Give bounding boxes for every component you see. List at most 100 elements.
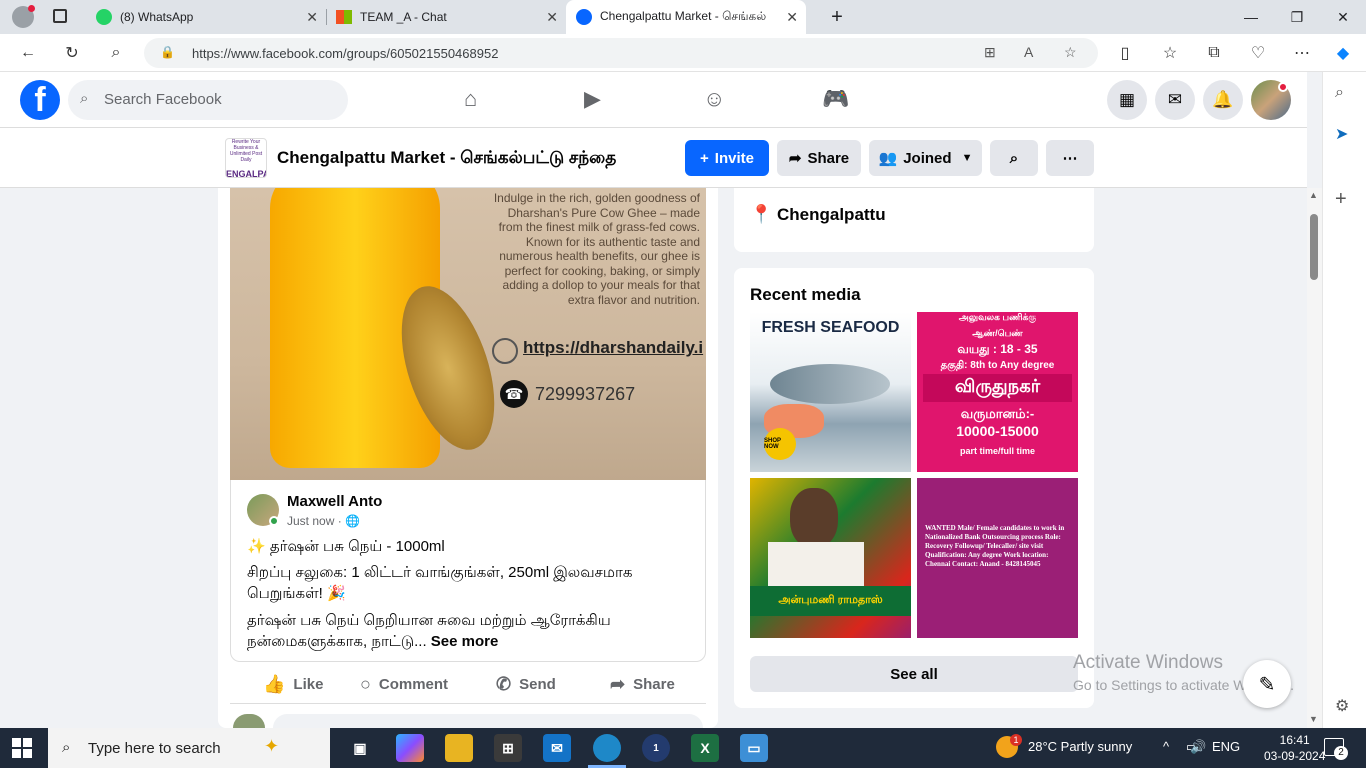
post-body: Maxwell Anto Just now · 🌐 ✨ தர்ஷன் பசு ந… [230,480,706,662]
page-scrollbar[interactable]: ▲ ▼ [1307,188,1322,728]
send-button[interactable]: ✆ Send [496,674,556,695]
members-icon: 👥 [878,150,898,167]
gaming-icon[interactable]: 🎮 [822,86,849,112]
remote-desktop-icon[interactable]: ▭ [740,734,768,762]
send-icon[interactable]: ➤ [1335,124,1348,144]
see-all-button[interactable]: See all [750,656,1078,692]
copilot-icon[interactable]: ◆ [1330,41,1356,65]
volume-icon[interactable]: 🔊 [1190,739,1206,755]
browser-essentials-icon[interactable]: ♡ [1245,41,1271,65]
read-aloud-icon[interactable]: A [1024,44,1033,60]
post-image[interactable]: Indulge in the rich, golden goodness of … [230,188,706,480]
chevron-up-icon[interactable]: ^ [1163,739,1169,754]
search-icon: ⌕ [62,739,71,756]
groups-icon[interactable]: ☺ [703,86,725,112]
group-more-button[interactable]: ⋯ [1046,140,1094,176]
job-salary: 10000-15000 [956,423,1039,439]
taskbar-search-input[interactable]: ⌕ Type here to search ✦ [48,728,330,768]
search-icon[interactable]: ⌕ [1335,84,1344,102]
share-post-button[interactable]: ➦ Share [610,674,675,695]
notifications-bell-icon[interactable]: 🔔 [1203,80,1243,120]
post-time[interactable]: Just now · 🌐 [287,514,360,528]
tab-facebook[interactable]: Chengalpattu Market - செங்கல் ✕ [566,0,806,34]
collections-icon[interactable]: ⧉ [1201,41,1227,65]
comment-input[interactable] [273,714,703,728]
search-icon[interactable]: ⌕ [103,41,129,65]
scroll-up-icon[interactable]: ▲ [1309,190,1318,200]
post-author[interactable]: Maxwell Anto [287,493,382,510]
new-tab-button[interactable]: + [814,0,860,34]
media-thumb-bank-job[interactable]: WANTED Male/ Female candidates to work i… [917,478,1078,638]
invite-button[interactable]: + Invite [685,140,769,176]
settings-gear-icon[interactable]: ⚙ [1335,696,1349,716]
refresh-icon[interactable]: ↻ [59,41,85,65]
messenger-icon[interactable]: ✉ [1155,80,1195,120]
thumbs-up-icon: 👍 [263,674,286,694]
mail-icon[interactable]: ✉ [543,734,571,762]
microsoft-store-icon[interactable]: ⊞ [494,734,522,762]
location-text: Chengalpattu [777,205,886,224]
close-icon[interactable]: ✕ [546,9,558,26]
media-thumb-job-ad[interactable]: அலுவலக பணிக்கு ஆண்/பெண் வயது : 18 - 35 த… [917,312,1078,472]
minimize-button[interactable]: — [1228,0,1274,34]
video-icon[interactable]: ▶ [584,86,601,112]
post-card: Indulge in the rich, golden goodness of … [218,188,718,728]
more-menu-icon[interactable]: ⋯ [1289,41,1315,65]
joined-button[interactable]: 👥 Joined ▼ [869,140,982,176]
tab-whatsapp[interactable]: (8) WhatsApp ✕ [86,0,326,34]
address-bar[interactable]: 🔒 https://www.facebook.com/groups/605021… [144,38,1098,68]
scroll-down-icon[interactable]: ▼ [1309,714,1318,724]
job-age: வயது : 18 - 35 [957,342,1038,356]
taskbar-clock[interactable]: 16:41 03-09-2024 [1264,732,1325,764]
language-indicator[interactable]: ENG [1212,739,1240,754]
app-available-icon[interactable]: ⊞ [984,44,996,61]
tab-teams[interactable]: TEAM _A - Chat ✕ [326,0,566,34]
lock-icon[interactable]: 🔒 [160,45,175,59]
group-name[interactable]: Chengalpattu Market - செங்கல்பட்டு சந்தை [277,148,616,170]
facebook-logo[interactable]: f [20,80,60,120]
see-more-link[interactable]: See more [431,633,499,650]
like-label: Like [293,676,324,693]
edge-icon[interactable] [593,734,621,762]
back-icon[interactable]: ← [15,41,41,65]
share-button[interactable]: ➦ Share [777,140,861,176]
scroll-thumb[interactable] [1310,214,1318,280]
share-post-label: Share [633,676,675,693]
task-view-icon[interactable]: ▣ [346,734,374,762]
media-thumb-seafood[interactable]: FRESH SEAFOOD SHOP NOW [750,312,911,472]
favorite-star-icon[interactable]: ☆ [1064,44,1077,61]
comment-label: Comment [378,676,449,693]
close-icon[interactable]: ✕ [786,9,798,26]
commenter-avatar[interactable] [233,714,265,728]
app-icon-with-badge[interactable]: 1 [642,734,670,762]
portrait-body-graphic [768,542,864,592]
app-badge: 1 [653,742,659,754]
comment-button[interactable]: ○ Comment [360,674,448,695]
favorites-icon[interactable]: ☆ [1157,41,1183,65]
url-text[interactable]: https://www.facebook.com/groups/60502155… [192,46,498,61]
fish-graphic [770,364,890,404]
excel-icon[interactable]: X [691,734,719,762]
close-window-button[interactable]: ✕ [1320,0,1366,34]
menu-grid-icon[interactable]: ▦ [1107,80,1147,120]
close-icon[interactable]: ✕ [306,9,318,26]
home-icon[interactable]: ⌂ [464,86,477,112]
group-search-button[interactable]: ⌕ [990,140,1038,176]
facebook-search-input[interactable]: ⌕ Search Facebook [68,80,348,120]
browser-tab-bar: (8) WhatsApp ✕ TEAM _A - Chat ✕ Chengalp… [0,0,1366,34]
copilot-app-icon[interactable] [396,734,424,762]
restore-button[interactable]: ❐ [1274,0,1320,34]
comment-icon: ○ [360,674,371,694]
search-icon: ⌕ [1009,149,1019,167]
split-screen-icon[interactable]: ▯ [1112,41,1138,65]
windows-start-icon[interactable] [12,738,32,758]
group-thumbnail[interactable]: Rewrite Your Business & Unlimited Post D… [225,138,267,178]
like-button[interactable]: 👍 Like [263,674,323,695]
file-explorer-icon[interactable] [445,734,473,762]
new-message-button[interactable]: ✎ [1243,660,1291,708]
tab-actions-icon[interactable] [53,9,67,23]
weather-text[interactable]: 28°C Partly sunny [1028,739,1132,754]
search-icon: ⌕ [80,90,89,107]
media-thumb-political-banner[interactable]: அன்புமணி ராமதாஸ் [750,478,911,638]
add-icon[interactable]: + [1335,188,1347,211]
